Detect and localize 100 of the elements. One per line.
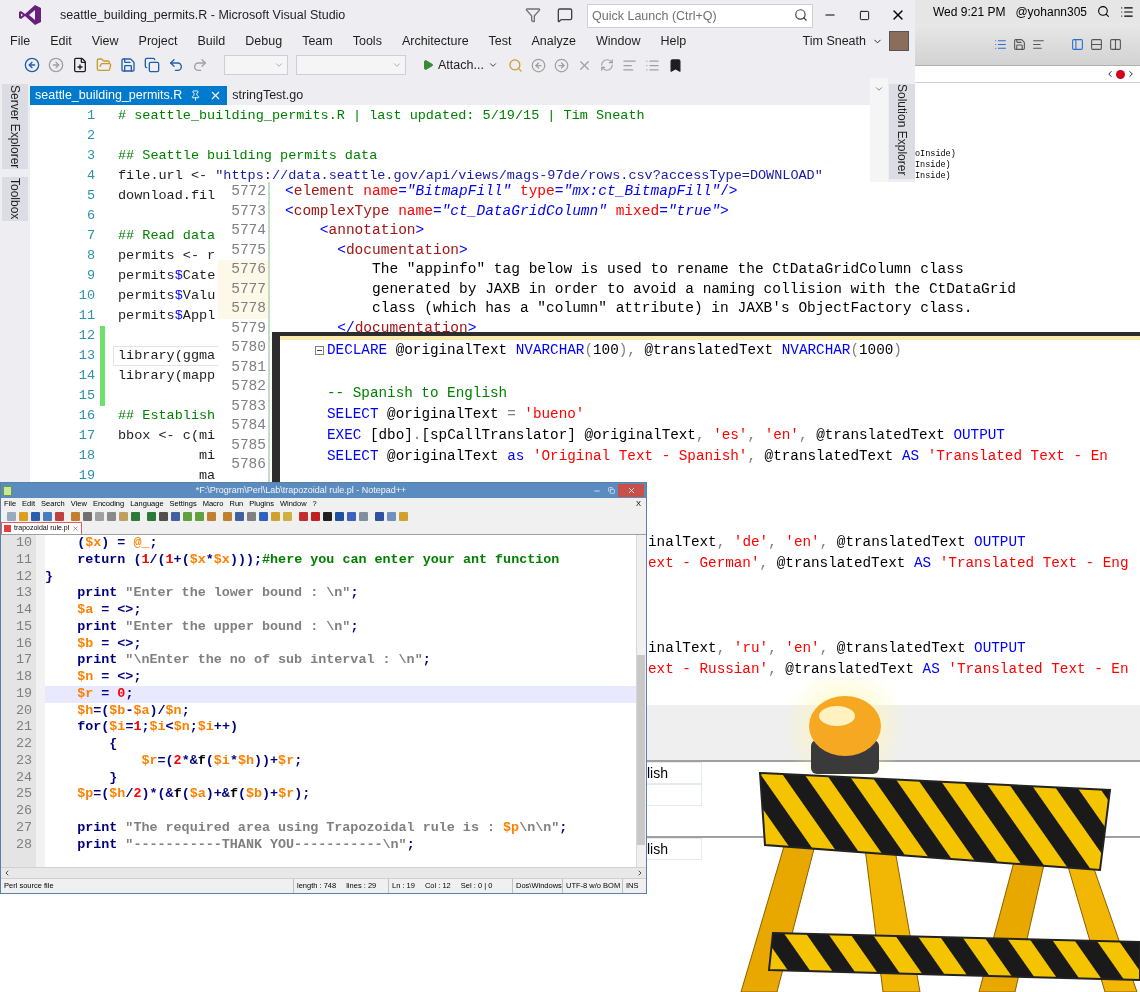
save-icon[interactable] (120, 57, 136, 73)
line-number: 14 (14, 602, 33, 619)
next-icon[interactable] (1126, 69, 1136, 80)
list-icon[interactable] (994, 37, 1007, 51)
menu-item[interactable]: Debug (245, 31, 283, 51)
attach-button[interactable]: Attach... (420, 55, 500, 75)
menu-item[interactable]: Tools (352, 31, 382, 51)
code-line: class (which has a "column" attribute) in JAXB's ObjectFactory class. (371, 300, 973, 316)
rows-icon[interactable] (1090, 37, 1103, 51)
line-number: 5777 (218, 279, 268, 299)
code-line: ($x) = @_; (76, 535, 158, 550)
code-line: SELECT @originalText as 'Original Text - Spanish', @translatedText AS 'Translated Text - En (327, 447, 1108, 467)
line-number: 28 (14, 836, 33, 854)
menu-item[interactable]: Test (488, 31, 512, 51)
find-icon[interactable] (507, 57, 523, 73)
line-number: 7 (85, 226, 95, 245)
error-icon[interactable] (1116, 69, 1125, 79)
menu-item[interactable]: Edit (50, 31, 72, 51)
code-line: ## Seattle building permits data (118, 146, 378, 165)
line-number: 20 (14, 702, 33, 720)
panel-icon[interactable] (1071, 37, 1084, 51)
caret-icon[interactable] (874, 84, 884, 94)
line-number: 9 (85, 266, 95, 285)
menu-item[interactable]: Project (138, 31, 178, 51)
line-number: 17 (77, 426, 95, 445)
bookmark-icon[interactable] (667, 57, 683, 73)
lines-icon[interactable] (1032, 37, 1045, 51)
code-line: $p=($h/2)*(&f($a)+&f($b)+$r); (76, 786, 311, 802)
code-line: } (108, 769, 118, 785)
code-line: permits$Appl (118, 306, 216, 325)
scrollbar[interactable] (1, 867, 646, 879)
menu-icon[interactable] (1120, 4, 1134, 19)
refresh-icon[interactable] (599, 58, 614, 72)
previous-icon[interactable] (1105, 69, 1115, 80)
tool-tab[interactable]: Toolbox (2, 177, 28, 221)
search-icon[interactable] (1097, 5, 1110, 19)
folder-icon[interactable] (96, 57, 112, 73)
play-icon (422, 59, 434, 71)
line-number: 11 (14, 551, 33, 569)
list-icon[interactable] (644, 57, 660, 73)
menu-item[interactable]: Window (596, 31, 641, 51)
line-number: 10 (14, 535, 33, 552)
code-line: -- Spanish to English (327, 383, 508, 403)
line-number: 16 (77, 406, 95, 425)
code-line: mi (198, 446, 216, 465)
code-line: <documentation> (336, 241, 468, 258)
close-icon[interactable] (72, 525, 80, 532)
menu-item[interactable]: Architecture (401, 31, 469, 51)
user-name[interactable]: @yohann305 (1015, 2, 1087, 21)
forward-icon[interactable] (553, 57, 569, 73)
redo-icon[interactable] (192, 57, 208, 73)
scrollbar[interactable] (636, 535, 646, 867)
forward-icon[interactable] (48, 57, 64, 73)
collapse-icon[interactable] (315, 346, 324, 356)
editor-tab[interactable]: seattle_building_permits.R (30, 86, 228, 105)
columns-icon[interactable] (1109, 37, 1122, 51)
menu-item[interactable]: View (91, 31, 119, 51)
notification-icon[interactable] (557, 7, 573, 23)
menu-item[interactable]: Team (302, 31, 333, 51)
code-line: inalText, 'de', 'en', @translatedText OUTPUT (648, 532, 1026, 552)
search-icon[interactable] (794, 7, 808, 22)
tool-tab[interactable]: Solution Explorer (888, 84, 915, 179)
align-icon[interactable] (621, 57, 637, 73)
undo-icon[interactable] (168, 57, 184, 73)
quick-launch-field[interactable]: Quick Launch (Ctrl+Q) (587, 3, 813, 28)
code-line: print "Enter the upper bound : \n"; (76, 618, 359, 634)
code-line: $a = <>; (76, 602, 142, 617)
menu-item[interactable]: Analyze (531, 31, 576, 51)
line-number: 15 (77, 386, 95, 405)
line-number: 12 (14, 568, 33, 586)
filter-icon[interactable] (525, 7, 541, 23)
code-line: DECLARE @originalText NVARCHAR(100), @translatedText NVARCHAR(1000) (327, 340, 902, 360)
code-line: $b = <>; (76, 635, 142, 651)
new-file-icon[interactable] (72, 57, 88, 73)
close-button[interactable] (618, 484, 644, 497)
back-icon[interactable] (24, 57, 40, 73)
file-icon (4, 525, 11, 532)
user-name[interactable]: Tim Sneath (802, 31, 866, 51)
code-line: <annotation> (318, 222, 425, 238)
tool-tab[interactable]: Server Explorer (2, 84, 28, 170)
scroll-right-icon[interactable] (636, 869, 644, 877)
scroll-left-icon[interactable] (3, 869, 11, 877)
line-number: 13 (77, 346, 95, 365)
code-line: generated by JAXB in order to avoid a naming collision with the CtDataGrid (371, 280, 1016, 297)
code-line: The "appinfo" tag below is used to rename the CtDataGridColumn class (371, 261, 964, 277)
save-all-icon[interactable] (144, 57, 160, 73)
pin-icon[interactable] (190, 90, 202, 101)
code-line: return (1/(1+($x*$x)));#here you can enter your ant function (76, 551, 560, 567)
code-line: print "\nEnter the no of sub interval : \n"; (76, 652, 431, 668)
code-line: inalText, 'ru', 'en', @translatedText OUTPUT (648, 639, 1026, 659)
line-number: 17 (14, 652, 33, 669)
code-line: download.fil (118, 186, 216, 205)
window-title: seattle_building_permits.R - Microsoft Visual Studio (60, 6, 346, 24)
save-icon[interactable] (1013, 37, 1026, 51)
menu-item[interactable]: Help (660, 31, 687, 51)
menu-item[interactable]: Build (197, 31, 226, 51)
code-line: $n = <>; (76, 669, 142, 684)
code-line: bbox <- c(mi (118, 426, 216, 445)
menu-item[interactable]: File (10, 31, 31, 51)
editor-tab[interactable]: stringTest.go (227, 86, 309, 105)
